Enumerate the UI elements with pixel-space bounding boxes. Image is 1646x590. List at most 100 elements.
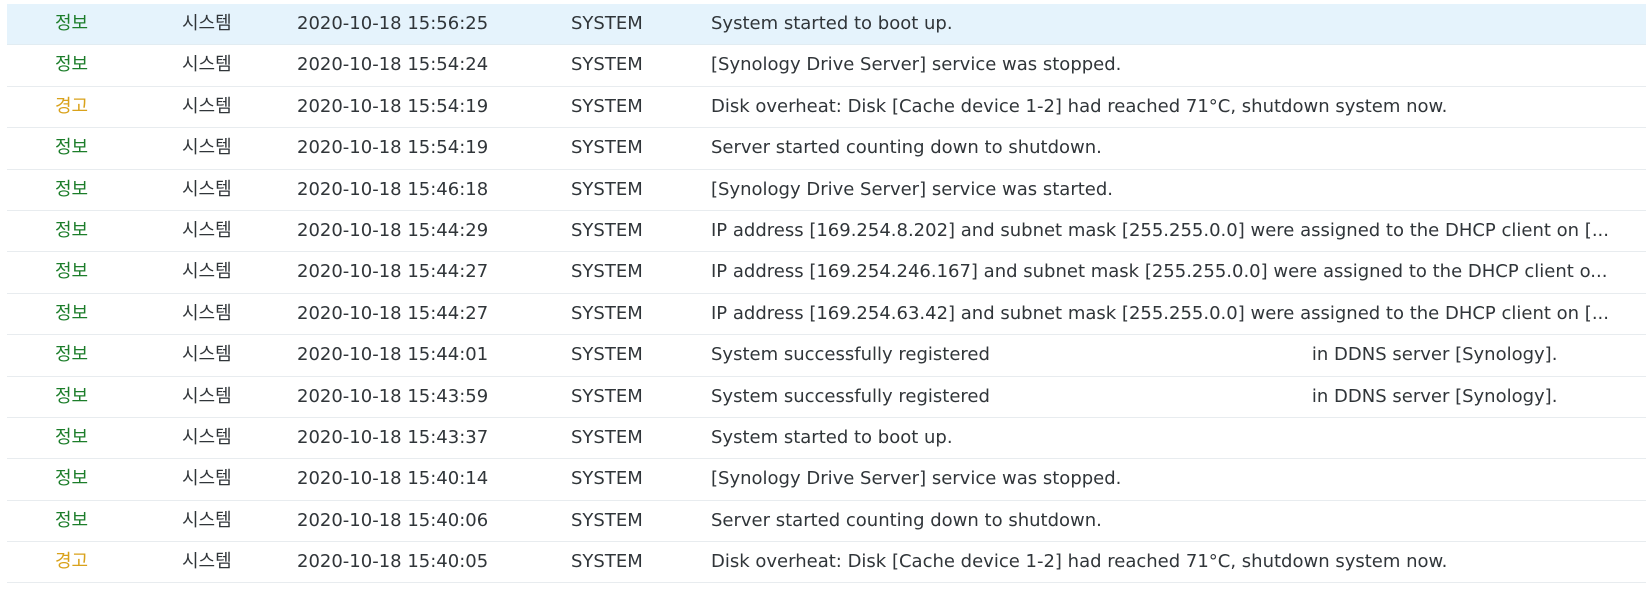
log-level: 정보: [55, 468, 89, 490]
log-event: Disk overheat: Disk [Cache device 1-2] h…: [711, 87, 1619, 127]
log-event-tail: in DDNS server [Synology].: [1311, 344, 1558, 366]
log-user: SYSTEM: [571, 302, 643, 324]
log-event: [Synology Drive Server] service was star…: [711, 170, 1619, 210]
log-category: 시스템: [182, 261, 232, 283]
table-row[interactable]: 정보 시스템 2020-10-18 15:54:24 SYSTEM [Synology …: [7, 45, 1646, 87]
log-category: 시스템: [182, 95, 232, 117]
log-time: 2020-10-18 15:40:14: [297, 468, 489, 490]
log-category: 시스템: [182, 13, 232, 34]
log-category: 시스템: [182, 426, 232, 448]
log-user: SYSTEM: [571, 178, 643, 200]
log-user: SYSTEM: [571, 219, 643, 241]
log-time: 2020-10-18 15:44:01: [297, 344, 489, 366]
log-level: 정보: [55, 54, 89, 76]
log-user: SYSTEM: [571, 509, 643, 531]
log-level: 정보: [55, 426, 89, 448]
log-time: 2020-10-18 15:54:24: [297, 54, 489, 76]
log-category: 시스템: [182, 178, 232, 200]
log-time: 2020-10-18 15:44:27: [297, 302, 489, 324]
log-user: SYSTEM: [571, 344, 643, 366]
log-level: 정보: [55, 219, 89, 241]
log-time: 2020-10-18 15:54:19: [297, 95, 489, 117]
log-level: 정보: [55, 137, 89, 159]
log-event: IP address [169.254.8.202] and subnet ma…: [711, 211, 1619, 251]
log-level: 정보: [55, 385, 89, 407]
table-row[interactable]: 정보 시스템 2020-10-18 15:43:59 SYSTEM System suc…: [7, 376, 1646, 418]
redacted-hostname: [989, 381, 1312, 412]
log-level: 정보: [55, 509, 89, 531]
log-category: 시스템: [182, 219, 232, 241]
table-row[interactable]: 경고 시스템 2020-10-18 15:54:19 SYSTEM Disk overh…: [7, 86, 1646, 129]
log-event: [Synology Drive Server] service was stop…: [711, 459, 1619, 499]
log-event-text: Disk overheat: Disk [Cache device 1-2] h…: [711, 551, 1448, 573]
log-level: 경고: [55, 95, 89, 117]
table-row[interactable]: 정보 시스템 2020-10-18 15:40:06 SYSTEM Server sta…: [7, 500, 1646, 543]
log-category: 시스템: [182, 54, 232, 76]
log-time: 2020-10-18 15:44:29: [297, 219, 489, 241]
log-event: [Synology Drive Server] service was stop…: [711, 45, 1619, 85]
log-time: 2020-10-18 15:40:06: [297, 509, 489, 531]
log-level: 정보: [55, 344, 89, 366]
log-event-text: System started to boot up.: [711, 426, 953, 448]
log-event-text: System successfully registered: [711, 344, 990, 366]
log-level: 정보: [55, 302, 89, 324]
log-category: 시스템: [182, 509, 232, 531]
log-event-text: Server started counting down to shutdown…: [711, 509, 1102, 531]
log-table: 정보 시스템 2020-10-18 15:56:25 SYSTEM System sta…: [7, 4, 1646, 584]
log-event: System successfully registered in DDNS se…: [711, 377, 1619, 417]
log-event-text: IP address [169.254.246.167] and subnet …: [711, 261, 1608, 283]
log-event-tail: in DDNS server [Synology].: [1311, 385, 1558, 407]
log-event: IP address [169.254.246.167] and subnet …: [711, 252, 1619, 292]
log-event: System started to boot up.: [711, 4, 1619, 44]
log-time: 2020-10-18 15:43:59: [297, 385, 489, 407]
log-event-text: IP address [169.254.8.202] and subnet ma…: [711, 219, 1609, 241]
log-category: 시스템: [182, 302, 232, 324]
log-user: SYSTEM: [571, 137, 643, 159]
log-category: 시스템: [182, 385, 232, 407]
log-category: 시스템: [182, 468, 232, 490]
table-row[interactable]: 경고 시스템 2020-10-18 15:40:05 SYSTEM Disk overh…: [7, 542, 1646, 584]
log-time: 2020-10-18 15:54:19: [297, 137, 489, 159]
log-event-text: System successfully registered: [711, 385, 990, 407]
redacted-hostname: [989, 340, 1312, 371]
log-level: 정보: [55, 261, 89, 283]
table-row[interactable]: 정보 시스템 2020-10-18 15:44:27 SYSTEM IP address…: [7, 293, 1646, 336]
table-row[interactable]: 정보 시스템 2020-10-18 15:44:29 SYSTEM IP address…: [7, 210, 1646, 253]
log-event-text: IP address [169.254.63.42] and subnet ma…: [711, 302, 1609, 324]
log-user: SYSTEM: [571, 261, 643, 283]
log-category: 시스템: [182, 137, 232, 159]
table-row[interactable]: 정보 시스템 2020-10-18 15:40:14 SYSTEM [Synology …: [7, 459, 1646, 501]
log-time: 2020-10-18 15:43:37: [297, 426, 489, 448]
log-event-text: [Synology Drive Server] service was stop…: [711, 468, 1122, 490]
log-event-text: [Synology Drive Server] service was star…: [711, 178, 1114, 200]
table-row[interactable]: 정보 시스템 2020-10-18 15:44:01 SYSTEM System suc…: [7, 335, 1646, 377]
table-row[interactable]: 정보 시스템 2020-10-18 15:43:37 SYSTEM System sta…: [7, 417, 1646, 460]
log-event-text: Disk overheat: Disk [Cache device 1-2] h…: [711, 95, 1448, 117]
log-event: Server started counting down to shutdown…: [711, 501, 1619, 541]
log-level: 정보: [55, 13, 89, 34]
log-event: Disk overheat: Disk [Cache device 1-2] h…: [711, 542, 1619, 582]
log-user: SYSTEM: [571, 95, 643, 117]
log-user: SYSTEM: [571, 551, 643, 573]
log-time: 2020-10-18 15:44:27: [297, 261, 489, 283]
table-row[interactable]: 정보 시스템 2020-10-18 15:44:27 SYSTEM IP address…: [7, 252, 1646, 294]
log-user: SYSTEM: [571, 426, 643, 448]
log-user: SYSTEM: [571, 385, 643, 407]
log-time: 2020-10-18 15:46:18: [297, 178, 489, 200]
table-row[interactable]: 정보 시스템 2020-10-18 15:46:18 SYSTEM [Synology …: [7, 169, 1646, 211]
log-event: System started to boot up.: [711, 418, 1619, 458]
log-level: 경고: [55, 551, 89, 573]
log-time: 2020-10-18 15:56:25: [297, 13, 489, 34]
log-level: 정보: [55, 178, 89, 200]
log-category: 시스템: [182, 344, 232, 366]
log-event: Server started counting down to shutdown…: [711, 128, 1619, 168]
table-row[interactable]: 정보 시스템 2020-10-18 15:56:25 SYSTEM System sta…: [7, 4, 1646, 46]
log-event: System successfully registered in DDNS se…: [711, 335, 1619, 375]
log-event: IP address [169.254.63.42] and subnet ma…: [711, 294, 1619, 334]
log-event-text: [Synology Drive Server] service was stop…: [711, 54, 1122, 76]
log-event-text: Server started counting down to shutdown…: [711, 137, 1102, 159]
table-row[interactable]: 정보 시스템 2020-10-18 15:54:19 SYSTEM Server sta…: [7, 128, 1646, 170]
log-event-text: System started to boot up.: [711, 13, 953, 34]
log-category: 시스템: [182, 551, 232, 573]
log-time: 2020-10-18 15:40:05: [297, 551, 489, 573]
